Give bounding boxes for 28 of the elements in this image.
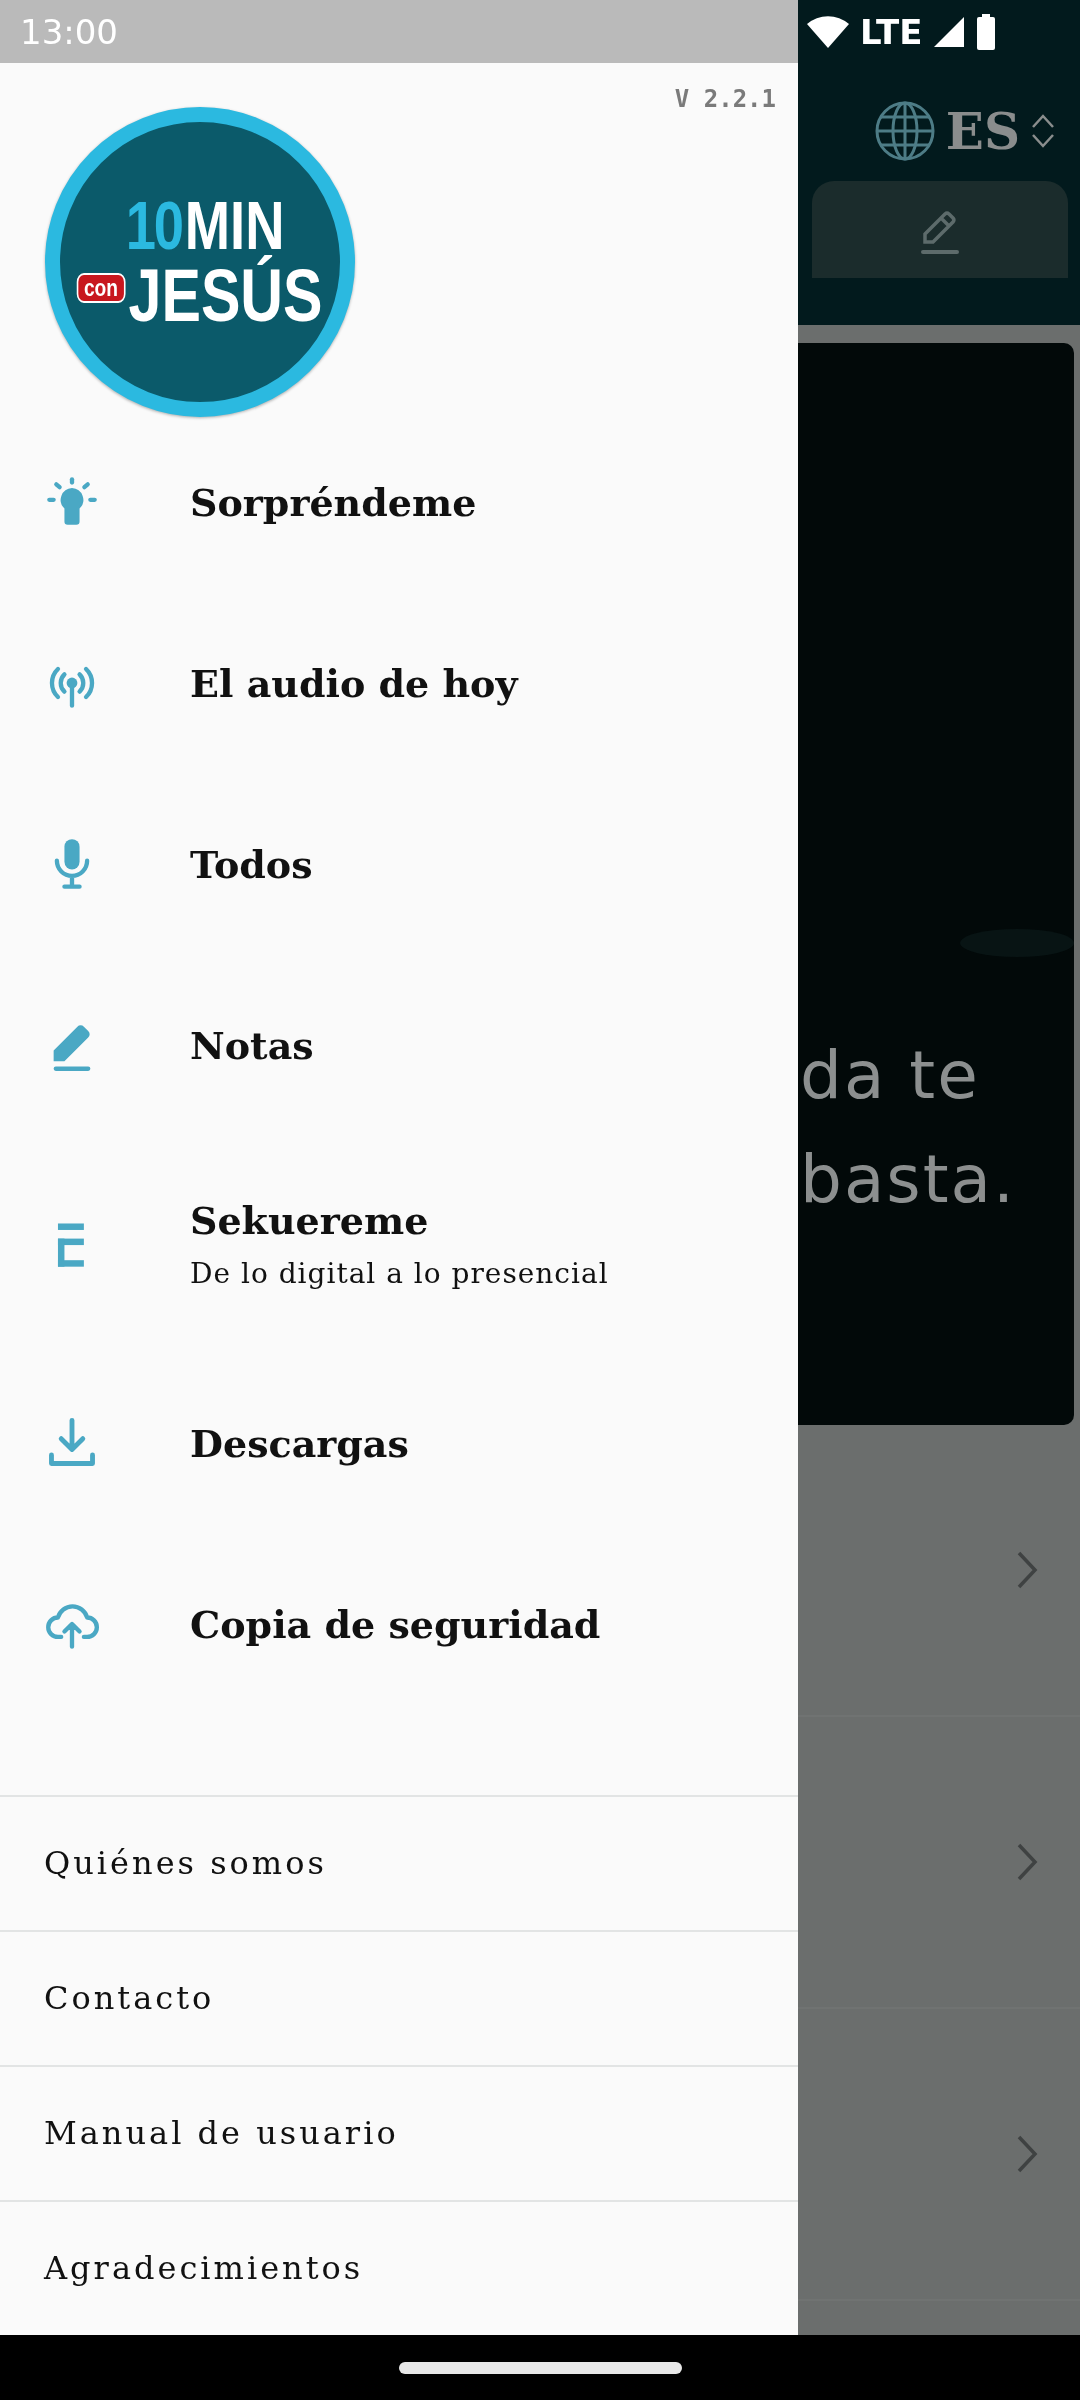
menu-item[interactable]: Todos xyxy=(0,773,798,955)
menu-item[interactable]: Copia de seguridad xyxy=(0,1534,798,1715)
notes-tab[interactable] xyxy=(812,181,1068,278)
network-type: LTE xyxy=(860,11,923,52)
menu-item-label: Sorpréndeme xyxy=(190,479,477,525)
status-time: 13:00 xyxy=(20,11,118,52)
version-label: V 2.2.1 xyxy=(674,85,776,113)
menu-item[interactable]: Descargas xyxy=(0,1353,798,1534)
quote-text: basta. xyxy=(800,1140,1017,1220)
drawer-link[interactable]: Contacto xyxy=(0,1930,798,2065)
menu-item[interactable]: El audio de hoy xyxy=(0,592,798,774)
menu-item-label: El audio de hoy xyxy=(190,660,518,706)
wifi-icon xyxy=(806,13,850,50)
language-selector[interactable]: ES xyxy=(945,101,1020,161)
menu-item-label: Sekuereme xyxy=(190,1198,430,1244)
menu-item-label: Copia de seguridad xyxy=(190,1602,601,1647)
quote-text: da te xyxy=(800,1036,981,1116)
menu-item[interactable]: Sekuereme De lo digital a lo presencial xyxy=(0,1135,798,1353)
battery-icon xyxy=(976,13,997,50)
menu-item-subtitle: De lo digital a lo presencial xyxy=(190,1257,609,1291)
menu-item[interactable]: Notas xyxy=(0,954,798,1136)
menu-item-label: Todos xyxy=(190,841,313,887)
drawer-link[interactable]: Quiénes somos xyxy=(0,1795,798,1930)
menu-item-label: Descargas xyxy=(190,1421,409,1466)
globe-icon[interactable] xyxy=(873,100,936,162)
home-handle[interactable] xyxy=(398,2361,682,2374)
menu-item-label: Notas xyxy=(190,1022,314,1068)
drawer-link[interactable]: Manual de usuario xyxy=(0,2065,798,2200)
